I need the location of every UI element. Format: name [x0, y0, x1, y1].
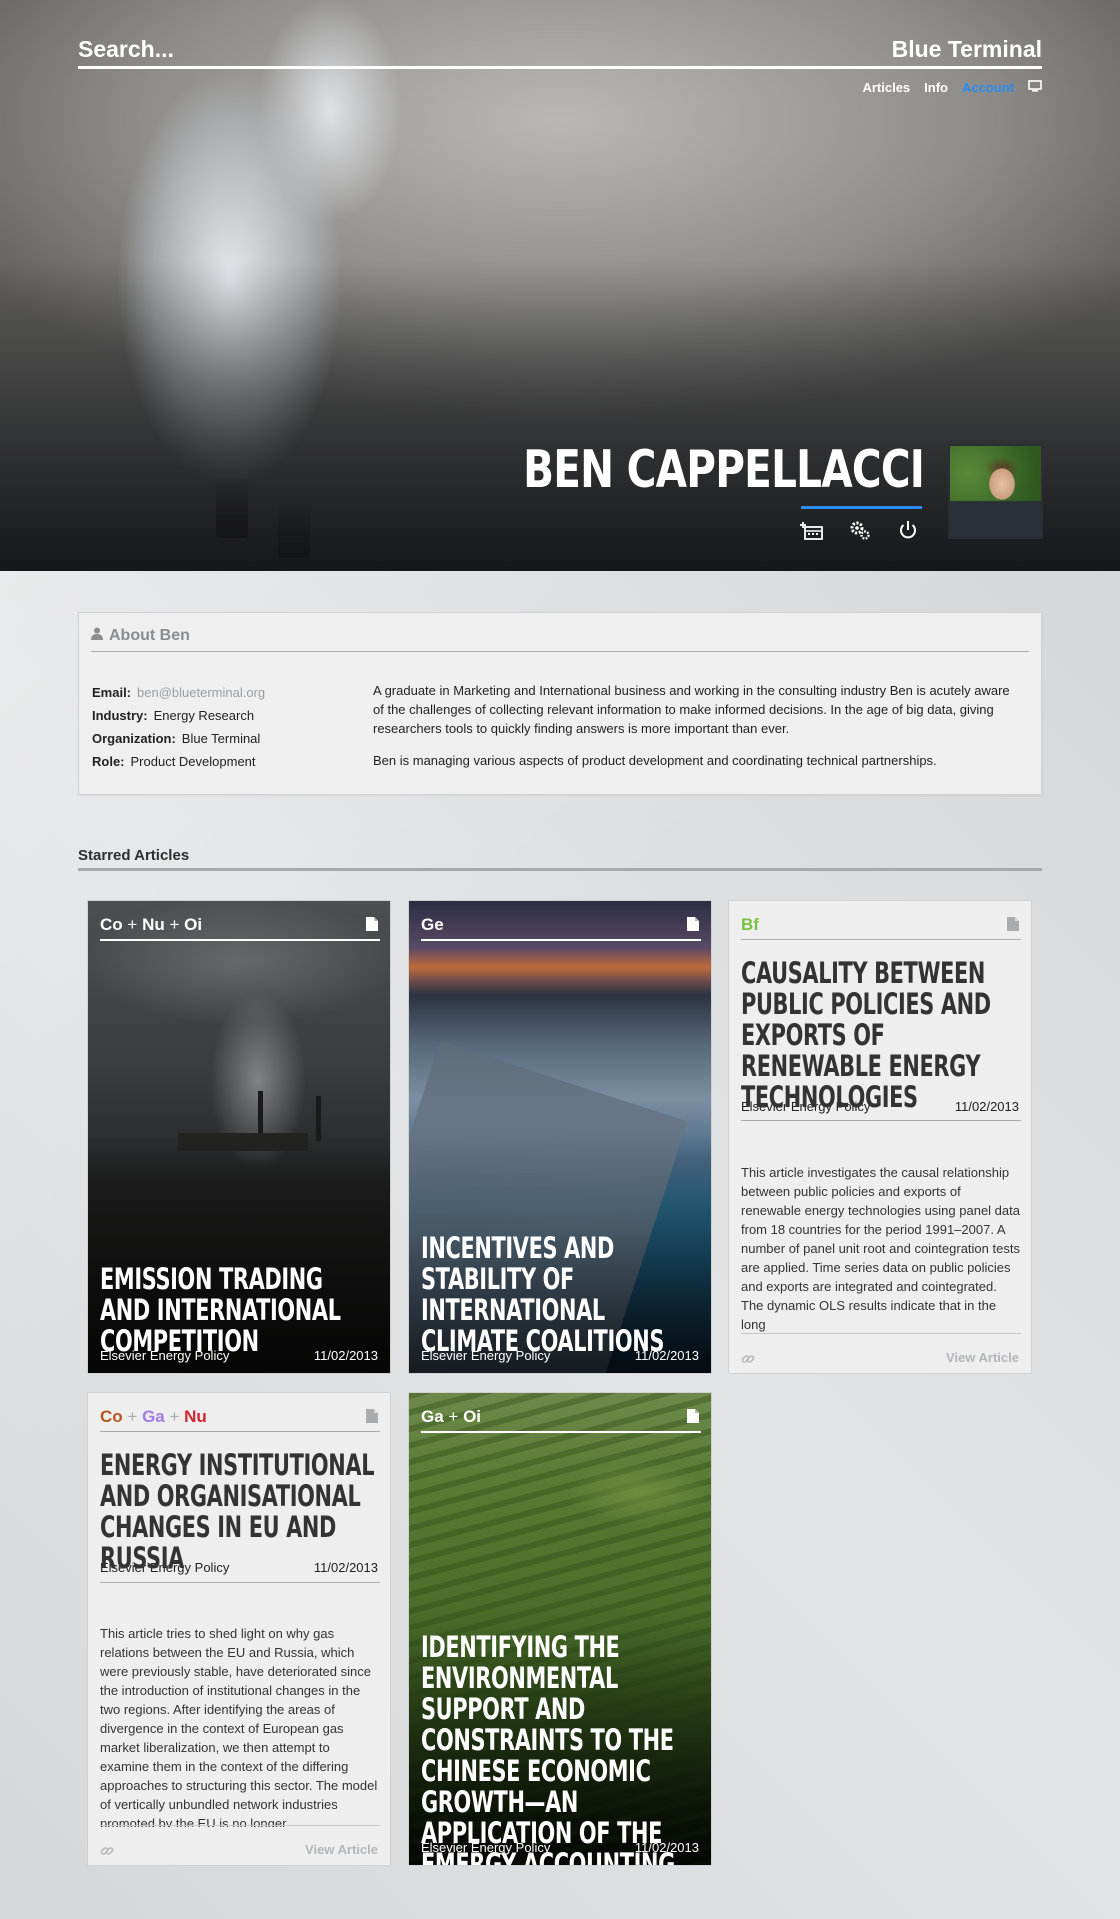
tag[interactable]: Co	[100, 915, 123, 934]
about-bio: A graduate in Marketing and Internationa…	[373, 683, 1010, 768]
article-abstract: This article tries to shed light on why …	[100, 1626, 378, 1827]
nav-info[interactable]: Info	[924, 80, 948, 95]
article-source: Elsevier Energy Policy	[421, 1840, 551, 1855]
article-card[interactable]: Co + Ga + Nu Energy Institutional and Or…	[87, 1392, 391, 1866]
tag[interactable]: Nu	[184, 1407, 207, 1426]
add-to-calendar-icon[interactable]	[800, 518, 824, 547]
article-footer: Elsevier Energy Policy 11/02/2013	[100, 1348, 378, 1363]
profile-name-underline	[801, 506, 922, 509]
power-icon[interactable]	[896, 518, 920, 547]
article-card[interactable]: Ge Incentives and Stability of Internati…	[408, 900, 712, 1374]
article-card[interactable]: Bf Causality Between Public Policies and…	[728, 900, 1032, 1374]
email-row: Email: ben@blueterminal.org	[92, 685, 266, 700]
organization-row: Organization: Blue Terminal	[92, 731, 261, 746]
document-icon[interactable]	[687, 1409, 699, 1423]
email-value[interactable]: ben@blueterminal.org	[137, 685, 265, 700]
industry-row: Industry: Energy Research	[92, 708, 255, 723]
nav-account[interactable]: Account	[962, 80, 1014, 95]
tag[interactable]: Ga	[142, 1407, 165, 1426]
avatar[interactable]	[948, 444, 1043, 539]
tag[interactable]: Oi	[184, 915, 202, 934]
about-panel: About Ben Email: ben@blueterminal.org Ind…	[78, 612, 1042, 795]
tag[interactable]: Co	[100, 1407, 123, 1426]
tag[interactable]: Nu	[142, 915, 165, 934]
article-title[interactable]: Incentives and Stability of Internationa…	[421, 1233, 700, 1357]
article-abstract: This article investigates the causal rel…	[741, 1165, 1020, 1332]
tag[interactable]: Bf	[741, 915, 759, 934]
view-article-link[interactable]: View Article	[305, 1842, 378, 1857]
article-title[interactable]: Emission Trading and International Compe…	[100, 1264, 379, 1357]
user-icon	[91, 627, 103, 645]
role-row: Role: Product Development	[92, 754, 256, 769]
monitor-icon[interactable]	[1028, 80, 1042, 95]
article-card[interactable]: Co + Nu + Oi Emission Trading and Intern…	[87, 900, 391, 1374]
cooling-tower	[216, 478, 248, 538]
article-title[interactable]: Energy Institutional and Organisational …	[100, 1450, 379, 1574]
article-tags: Bf	[741, 915, 759, 935]
document-icon[interactable]	[687, 917, 699, 931]
article-title[interactable]: Causality Between Public Policies and Ex…	[741, 958, 1020, 1113]
header-divider	[78, 66, 1042, 69]
article-source: Elsevier Energy Policy	[421, 1348, 551, 1363]
tag[interactable]: Ga	[421, 1407, 444, 1426]
view-article-link[interactable]: View Article	[946, 1350, 1019, 1365]
profile-hero: Search... Blue Terminal Articles Info Ac…	[0, 0, 1120, 571]
tag[interactable]: Ge	[421, 915, 444, 934]
article-date: 11/02/2013	[313, 1348, 378, 1363]
article-source: Elsevier Energy Policy	[100, 1348, 230, 1363]
article-footer: Elsevier Energy Policy 11/02/2013	[421, 1840, 699, 1855]
article-tags: Co + Nu + Oi	[100, 915, 203, 934]
about-fields: Email: ben@blueterminal.org Industry: Ener…	[92, 681, 265, 773]
brand-logo[interactable]: Blue Terminal	[892, 36, 1042, 63]
main-nav: Articles Info Account	[862, 80, 1042, 95]
search-input[interactable]: Search...	[78, 36, 174, 63]
article-date: 11/02/2013	[634, 1840, 699, 1855]
article-tags: Ge	[421, 915, 444, 935]
link-icon[interactable]	[100, 1844, 114, 1858]
tag[interactable]: Oi	[463, 1407, 481, 1426]
document-icon[interactable]	[1007, 917, 1019, 931]
article-card[interactable]: Ga + Oi Identifying the Environmental Su…	[408, 1392, 712, 1866]
cooling-tower	[278, 498, 310, 558]
about-title: About Ben	[91, 627, 190, 645]
article-tags: Ga + Oi	[421, 1407, 482, 1426]
profile-name: BEN CAPPELLACCI	[522, 440, 925, 500]
link-icon[interactable]	[741, 1352, 755, 1366]
article-title[interactable]: Identifying the Environmental Support an…	[421, 1632, 700, 1866]
article-tags: Co + Ga + Nu	[100, 1407, 207, 1426]
starred-articles-heading: Starred Articles	[78, 847, 190, 864]
nav-articles[interactable]: Articles	[862, 80, 910, 95]
document-icon[interactable]	[366, 917, 378, 931]
starred-divider	[78, 868, 1042, 871]
document-icon[interactable]	[366, 1409, 378, 1423]
settings-gears-icon[interactable]	[848, 518, 872, 547]
article-footer: Elsevier Energy Policy 11/02/2013	[421, 1348, 699, 1363]
about-divider	[91, 651, 1029, 652]
article-date: 11/02/2013	[634, 1348, 699, 1363]
profile-actions	[800, 518, 920, 547]
